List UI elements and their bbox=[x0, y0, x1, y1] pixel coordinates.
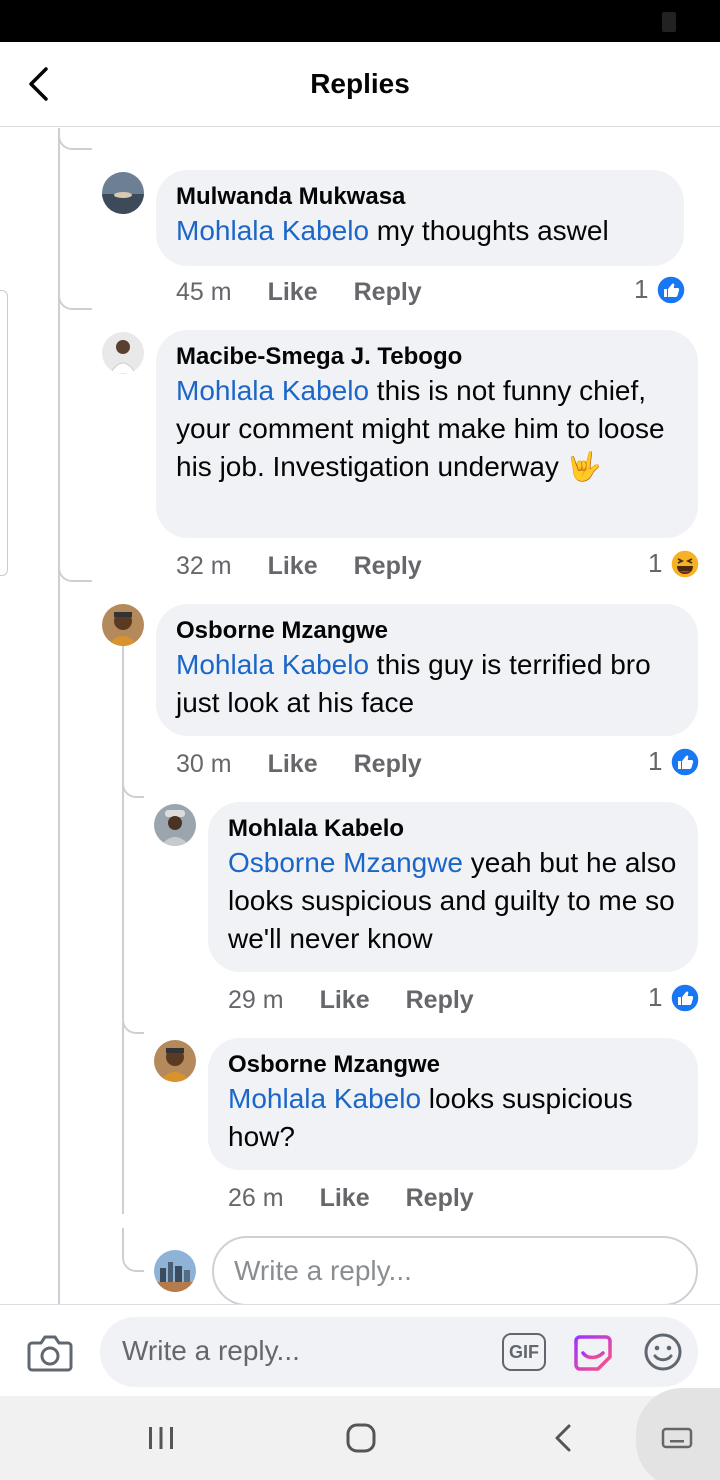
reply-button[interactable]: Reply bbox=[354, 278, 422, 307]
thread-connector bbox=[122, 1228, 144, 1272]
avatar[interactable] bbox=[154, 1040, 196, 1082]
page-title: Replies bbox=[310, 68, 410, 99]
thread-connector bbox=[122, 768, 144, 798]
comment-bubble[interactable]: Macibe-Smega J. Tebogo Mohlala Kabelo th… bbox=[156, 330, 698, 538]
sticker-icon bbox=[574, 1335, 612, 1371]
composer-placeholder: Write a reply... bbox=[122, 1335, 300, 1366]
mention-link[interactable]: Mohlala Kabelo bbox=[176, 649, 369, 680]
system-back-button[interactable] bbox=[518, 1396, 608, 1480]
comment-text: Osborne Mzangwe yeah but he also looks s… bbox=[228, 847, 677, 954]
comment-bubble[interactable]: Osborne Mzangwe Mohlala Kabelo this guy … bbox=[156, 604, 698, 736]
mention-link[interactable]: Osborne Mzangwe bbox=[228, 847, 463, 878]
comment-bubble[interactable]: Mulwanda Mukwasa Mohlala Kabelo my thoug… bbox=[156, 170, 684, 266]
like-reaction-icon bbox=[670, 982, 701, 1013]
reaction-summary[interactable]: 1 bbox=[648, 548, 701, 579]
emoji-icon bbox=[644, 1333, 682, 1371]
thread-line bbox=[122, 614, 124, 1214]
comment-text: Mohlala Kabelo looks suspicious how? bbox=[228, 1083, 633, 1152]
reaction-summary[interactable]: 1 bbox=[648, 982, 701, 1013]
gif-icon: GIF bbox=[509, 1341, 539, 1362]
comment-thread: Mulwanda Mukwasa Mohlala Kabelo my thoug… bbox=[0, 128, 720, 1304]
recent-apps-button[interactable] bbox=[116, 1396, 206, 1480]
comment-time: 26 m bbox=[228, 1184, 284, 1212]
mention-link[interactable]: Mohlala Kabelo bbox=[176, 375, 369, 406]
haha-reaction-icon bbox=[670, 548, 701, 579]
like-reaction-icon bbox=[656, 274, 687, 305]
current-user-avatar bbox=[154, 1250, 196, 1292]
keyboard-toggle-button[interactable] bbox=[636, 1388, 720, 1480]
keyboard-icon bbox=[661, 1427, 693, 1449]
comment-actions: 26 m Like Reply bbox=[228, 1184, 474, 1213]
status-bar bbox=[0, 0, 720, 42]
comment-time: 30 m bbox=[176, 750, 232, 778]
comment-input[interactable]: Write a reply... GIF bbox=[100, 1317, 698, 1387]
comment-time: 32 m bbox=[176, 552, 232, 580]
comment-actions: 30 m Like Reply bbox=[176, 750, 422, 779]
comment-actions: 32 m Like Reply bbox=[176, 552, 422, 581]
battery-icon bbox=[662, 12, 676, 32]
reaction-count: 1 bbox=[648, 746, 663, 776]
comment-bubble[interactable]: Osborne Mzangwe Mohlala Kabelo looks sus… bbox=[208, 1038, 698, 1170]
camera-button[interactable] bbox=[26, 1331, 74, 1375]
avatar[interactable] bbox=[102, 332, 144, 374]
comment-text: Mohlala Kabelo this guy is terrified bro… bbox=[176, 649, 651, 718]
header: Replies bbox=[0, 42, 720, 127]
comment-text: Mohlala Kabelo my thoughts aswel bbox=[176, 215, 609, 246]
avatar[interactable] bbox=[102, 172, 144, 214]
reply-button[interactable]: Reply bbox=[354, 552, 422, 581]
like-button[interactable]: Like bbox=[320, 1184, 370, 1213]
reaction-count: 1 bbox=[648, 548, 663, 578]
home-icon bbox=[346, 1423, 376, 1453]
mention-link[interactable]: Mohlala Kabelo bbox=[176, 215, 369, 246]
thread-reply-input[interactable]: Write a reply... bbox=[212, 1236, 698, 1304]
reaction-count: 1 bbox=[634, 274, 649, 304]
thread-connector bbox=[58, 128, 92, 150]
like-button[interactable]: Like bbox=[268, 750, 318, 779]
avatar[interactable] bbox=[154, 804, 196, 846]
mention-link[interactable]: Mohlala Kabelo bbox=[228, 1083, 421, 1114]
recent-apps-icon bbox=[149, 1427, 173, 1449]
comment-text: Mohlala Kabelo this is not funny chief, … bbox=[176, 375, 665, 482]
comment-composer: Write a reply... GIF bbox=[0, 1304, 720, 1396]
camera-icon bbox=[27, 1335, 73, 1372]
comment-author[interactable]: Mulwanda Mukwasa bbox=[176, 182, 664, 212]
comment-author[interactable]: Osborne Mzangwe bbox=[176, 616, 678, 646]
comment-bubble[interactable]: Mohlala Kabelo Osborne Mzangwe yeah but … bbox=[208, 802, 698, 972]
sticker-button[interactable] bbox=[572, 1331, 614, 1378]
like-button[interactable]: Like bbox=[268, 278, 318, 307]
system-nav-bar bbox=[0, 1388, 720, 1480]
like-button[interactable]: Like bbox=[320, 986, 370, 1015]
reply-button[interactable]: Reply bbox=[406, 986, 474, 1015]
home-button[interactable] bbox=[316, 1396, 406, 1480]
reply-button[interactable]: Reply bbox=[406, 1184, 474, 1213]
thread-connector bbox=[58, 560, 92, 582]
comment-author[interactable]: Macibe-Smega J. Tebogo bbox=[176, 342, 678, 372]
like-reaction-icon bbox=[670, 746, 701, 777]
replies-sheet: Replies Mulwanda Mukwasa Mohlala Kabelo … bbox=[0, 42, 720, 1480]
thread-connector bbox=[122, 998, 144, 1034]
emoji-button[interactable] bbox=[642, 1331, 684, 1378]
comment-time: 29 m bbox=[228, 986, 284, 1014]
reaction-count: 1 bbox=[648, 982, 663, 1012]
reaction-summary[interactable]: 1 bbox=[634, 274, 687, 305]
comment-author[interactable]: Mohlala Kabelo bbox=[228, 814, 678, 844]
comment-time: 45 m bbox=[176, 278, 232, 306]
like-button[interactable]: Like bbox=[268, 552, 318, 581]
avatar[interactable] bbox=[102, 604, 144, 646]
comment-actions: 45 m Like Reply bbox=[176, 278, 422, 307]
thread-connector bbox=[58, 288, 92, 310]
scroll-edge bbox=[0, 290, 8, 576]
reaction-summary[interactable]: 1 bbox=[648, 746, 701, 777]
comment-actions: 29 m Like Reply bbox=[228, 986, 474, 1015]
back-nav-icon bbox=[555, 1424, 571, 1452]
gif-button[interactable]: GIF bbox=[502, 1333, 546, 1371]
reply-button[interactable]: Reply bbox=[354, 750, 422, 779]
thread-line bbox=[58, 128, 60, 1304]
comment-author[interactable]: Osborne Mzangwe bbox=[228, 1050, 678, 1080]
reply-placeholder: Write a reply... bbox=[234, 1255, 412, 1286]
